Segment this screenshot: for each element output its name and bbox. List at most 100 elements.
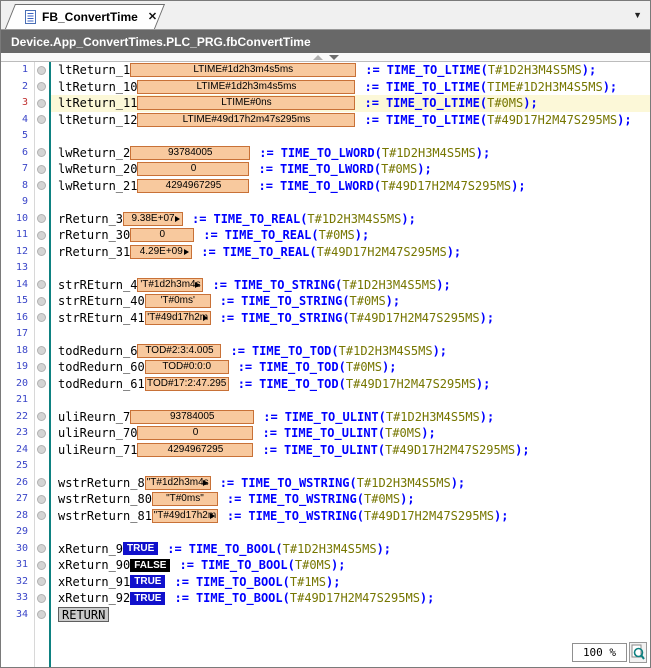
- breakpoint-gutter[interactable]: [33, 594, 49, 603]
- tab-list-dropdown-icon[interactable]: ▼: [633, 10, 642, 20]
- magnifier-button[interactable]: [629, 642, 647, 663]
- breakpoint-gutter[interactable]: [33, 346, 49, 355]
- zoom-level-button[interactable]: 100 %: [572, 643, 627, 662]
- breakpoint-bullet[interactable]: [37, 379, 46, 388]
- breakpoint-gutter[interactable]: [33, 115, 49, 124]
- breakpoint-bullet[interactable]: [37, 99, 46, 108]
- bool-value-chip[interactable]: TRUE: [123, 542, 158, 555]
- inline-value-box[interactable]: LTIME#1d2h3m4s5ms: [137, 80, 355, 94]
- code-line-text[interactable]: ltReturn_11LTIME#0ns:=TIME_TO_LTIME(T#0M…: [51, 95, 650, 112]
- inline-value-box[interactable]: 'T#0ms': [145, 294, 211, 308]
- breakpoint-gutter[interactable]: [33, 231, 49, 240]
- breakpoint-bullet[interactable]: [37, 363, 46, 372]
- breakpoint-gutter[interactable]: [33, 429, 49, 438]
- value-expand-arrow-icon[interactable]: [203, 315, 208, 321]
- breakpoint-gutter[interactable]: [33, 181, 49, 190]
- code-line-text[interactable]: ltReturn_12LTIME#49d17h2m47s295ms:=TIME_…: [51, 112, 650, 129]
- breakpoint-gutter[interactable]: [33, 214, 49, 223]
- value-expand-arrow-icon[interactable]: [184, 249, 189, 255]
- breakpoint-gutter[interactable]: [33, 280, 49, 289]
- breakpoint-gutter[interactable]: [33, 99, 49, 108]
- bool-value-chip[interactable]: TRUE: [130, 592, 165, 605]
- code-line-text[interactable]: rReturn_39.38E+07:=TIME_TO_REAL(T#1D2H3M…: [51, 211, 650, 228]
- breakpoint-gutter[interactable]: [33, 82, 49, 91]
- breakpoint-bullet[interactable]: [37, 148, 46, 157]
- code-line-text[interactable]: wstrReturn_81"T#49d17h2m:=TIME_TO_WSTRIN…: [51, 508, 650, 525]
- breakpoint-bullet[interactable]: [37, 346, 46, 355]
- inline-value-box[interactable]: 0: [137, 426, 253, 440]
- breakpoint-bullet[interactable]: [37, 478, 46, 487]
- inline-value-box[interactable]: 'T#49d17h2m: [145, 311, 211, 325]
- code-line-text[interactable]: uliReurn_793784005:=TIME_TO_ULINT(T#1D2H…: [51, 409, 650, 426]
- code-line-text[interactable]: lwReturn_214294967295:=TIME_TO_LWORD(T#4…: [51, 178, 650, 195]
- breakpoint-bullet[interactable]: [37, 412, 46, 421]
- breakpoint-bullet[interactable]: [37, 115, 46, 124]
- breakpoint-bullet[interactable]: [37, 429, 46, 438]
- inline-value-box[interactable]: 4294967295: [137, 179, 249, 193]
- inline-value-box[interactable]: LTIME#1d2h3m4s5ms: [130, 63, 356, 77]
- code-line-text[interactable]: lwReturn_200:=TIME_TO_LWORD(T#0MS);: [51, 161, 650, 178]
- breakpoint-gutter[interactable]: [33, 66, 49, 75]
- code-line-text[interactable]: wstrReturn_80"T#0ms":=TIME_TO_WSTRING(T#…: [51, 491, 650, 508]
- value-expand-arrow-icon[interactable]: [195, 282, 200, 288]
- code-editor[interactable]: 1ltReturn_1LTIME#1d2h3m4s5ms:=TIME_TO_LT…: [1, 62, 650, 667]
- inline-value-box[interactable]: 93784005: [130, 410, 254, 424]
- breakpoint-bullet[interactable]: [37, 610, 46, 619]
- breakpoint-gutter[interactable]: [33, 445, 49, 454]
- code-line-text[interactable]: todRedurn_6TOD#2:3:4.005:=TIME_TO_TOD(T#…: [51, 343, 650, 360]
- code-line-text[interactable]: lwReturn_293784005:=TIME_TO_LWORD(T#1D2H…: [51, 145, 650, 162]
- breakpoint-gutter[interactable]: [33, 379, 49, 388]
- breakpoint-gutter[interactable]: [33, 511, 49, 520]
- breakpoint-bullet[interactable]: [37, 495, 46, 504]
- value-expand-arrow-icon[interactable]: [210, 513, 215, 519]
- breakpoint-gutter[interactable]: [33, 412, 49, 421]
- inline-value-box[interactable]: 93784005: [130, 146, 250, 160]
- breakpoint-bullet[interactable]: [37, 66, 46, 75]
- breakpoint-bullet[interactable]: [37, 594, 46, 603]
- code-line-text[interactable]: [51, 326, 650, 343]
- breakpoint-gutter[interactable]: [33, 561, 49, 570]
- code-line-text[interactable]: xReturn_92TRUE:=TIME_TO_BOOL(T#49D17H2M4…: [51, 590, 650, 607]
- bool-value-chip[interactable]: FALSE: [130, 559, 170, 572]
- breakpoint-gutter[interactable]: [33, 363, 49, 372]
- code-line-text[interactable]: ltReturn_1LTIME#1d2h3m4s5ms:=TIME_TO_LTI…: [51, 62, 650, 79]
- code-line-text[interactable]: RETURN: [51, 607, 650, 624]
- inline-value-box[interactable]: 4.29E+09: [130, 245, 192, 259]
- code-line-text[interactable]: todRedurn_61TOD#17:2:47.295:=TIME_TO_TOD…: [51, 376, 650, 393]
- breakpoint-gutter[interactable]: [33, 544, 49, 553]
- inline-value-box[interactable]: 9.38E+07: [123, 212, 183, 226]
- inline-value-box[interactable]: TOD#17:2:47.295: [145, 377, 229, 391]
- breakpoint-bullet[interactable]: [37, 247, 46, 256]
- tab-close-icon[interactable]: ✕: [148, 10, 157, 23]
- code-line-text[interactable]: todRedurn_60TOD#0:0:0:=TIME_TO_TOD(T#0MS…: [51, 359, 650, 376]
- inline-value-box[interactable]: "T#1d2h3m4s: [145, 476, 211, 490]
- breakpoint-gutter[interactable]: [33, 313, 49, 322]
- breakpoint-bullet[interactable]: [37, 165, 46, 174]
- breakpoint-gutter[interactable]: [33, 247, 49, 256]
- inline-value-box[interactable]: 0: [137, 162, 249, 176]
- breakpoint-gutter[interactable]: [33, 495, 49, 504]
- code-line-text[interactable]: [51, 128, 650, 145]
- breakpoint-bullet[interactable]: [37, 313, 46, 322]
- breakpoint-bullet[interactable]: [37, 445, 46, 454]
- code-line-text[interactable]: wstrReturn_8"T#1d2h3m4s:=TIME_TO_WSTRING…: [51, 475, 650, 492]
- bool-value-chip[interactable]: TRUE: [130, 575, 165, 588]
- code-line-text[interactable]: xReturn_90FALSE:=TIME_TO_BOOL(T#0MS);: [51, 557, 650, 574]
- breakpoint-gutter[interactable]: [33, 297, 49, 306]
- breakpoint-gutter[interactable]: [33, 610, 49, 619]
- inline-value-box[interactable]: 4294967295: [137, 443, 253, 457]
- code-line-text[interactable]: [51, 260, 650, 277]
- tab-fb-converttime[interactable]: FB_ConvertTime ✕: [15, 4, 165, 29]
- breakpoint-bullet[interactable]: [37, 181, 46, 190]
- breakpoint-bullet[interactable]: [37, 544, 46, 553]
- code-line-text[interactable]: uliReurn_700:=TIME_TO_ULINT(T#0MS);: [51, 425, 650, 442]
- breakpoint-bullet[interactable]: [37, 82, 46, 91]
- declaration-splitter[interactable]: [1, 53, 650, 62]
- code-line-text[interactable]: strREturn_4'T#1d2h3m4s:=TIME_TO_STRING(T…: [51, 277, 650, 294]
- value-expand-arrow-icon[interactable]: [203, 480, 208, 486]
- breakpoint-gutter[interactable]: [33, 165, 49, 174]
- breakpoint-bullet[interactable]: [37, 511, 46, 520]
- inline-value-box[interactable]: TOD#2:3:4.005: [137, 344, 221, 358]
- code-line-text[interactable]: xReturn_9TRUE:=TIME_TO_BOOL(T#1D2H3M4S5M…: [51, 541, 650, 558]
- code-line-text[interactable]: uliReurn_714294967295:=TIME_TO_ULINT(T#4…: [51, 442, 650, 459]
